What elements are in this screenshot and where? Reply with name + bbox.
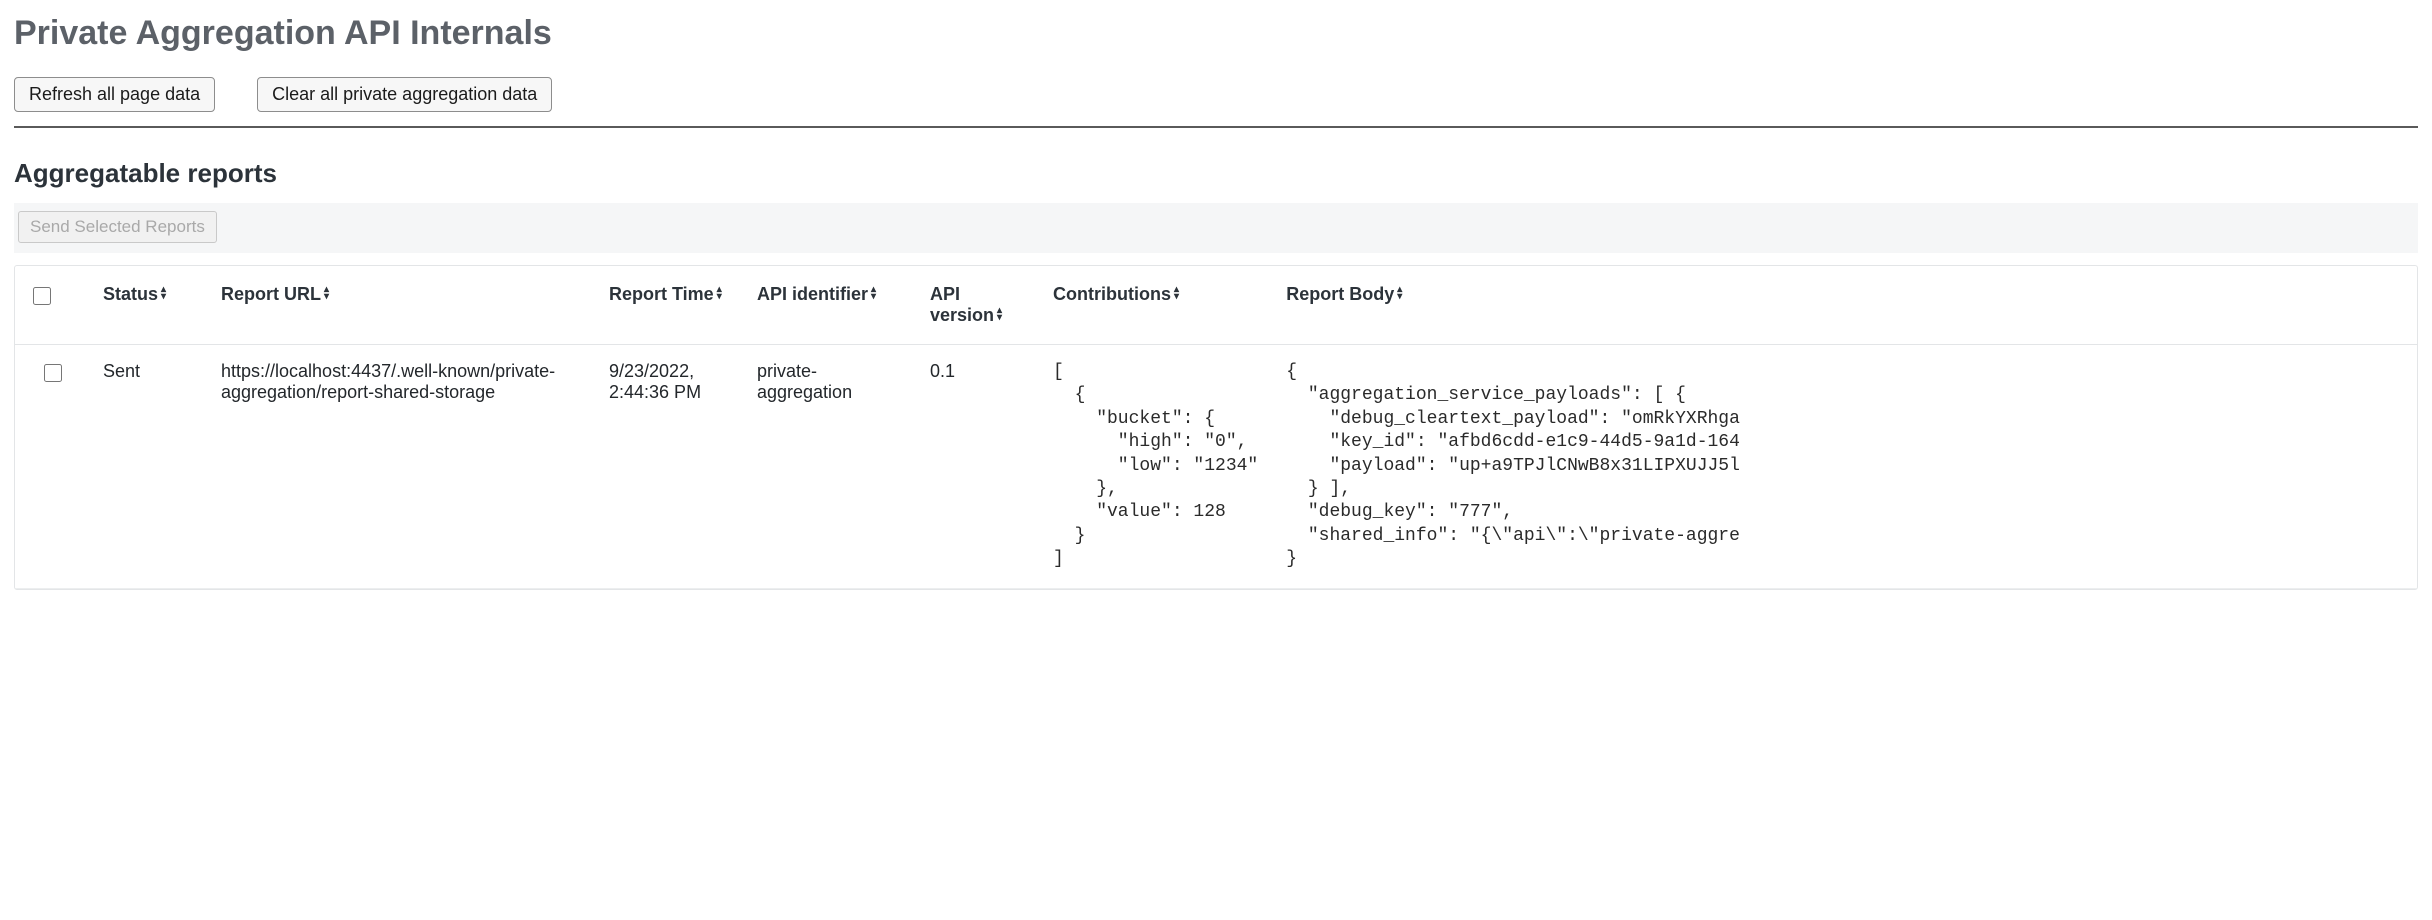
column-header-status[interactable]: Status: [89, 266, 207, 345]
refresh-button[interactable]: Refresh all page data: [14, 77, 215, 112]
contributions-code: [ { "bucket": { "high": "0", "low": "123…: [1053, 361, 1258, 572]
column-header-report-time-label: Report Time: [609, 284, 714, 304]
column-header-report-body-label: Report Body: [1286, 284, 1394, 304]
cell-report-body: { "aggregation_service_payloads": [ { "d…: [1272, 345, 2417, 589]
column-header-contributions-label: Contributions: [1053, 284, 1171, 304]
section-title: Aggregatable reports: [14, 158, 2418, 189]
sort-icon: [161, 286, 166, 302]
cell-report-url: https://localhost:4437/.well-known/priva…: [207, 345, 595, 589]
page-title: Private Aggregation API Internals: [14, 14, 2418, 53]
column-header-api-identifier[interactable]: API identifier: [743, 266, 916, 345]
reports-table: Status Report URL Report Time API identi…: [15, 266, 2417, 589]
sort-icon: [1397, 286, 1402, 302]
sort-icon: [1174, 286, 1179, 302]
cell-status: Sent: [89, 345, 207, 589]
cell-contributions: [ { "bucket": { "high": "0", "low": "123…: [1039, 345, 1272, 589]
column-header-api-version[interactable]: API version: [916, 266, 1039, 345]
cell-api-identifier: private-aggregation: [743, 345, 916, 589]
row-checkbox[interactable]: [44, 364, 62, 382]
column-header-contributions[interactable]: Contributions: [1039, 266, 1272, 345]
top-toolbar: Refresh all page data Clear all private …: [14, 77, 2418, 112]
column-header-api-identifier-label: API identifier: [757, 284, 868, 304]
sort-icon: [324, 286, 329, 302]
column-header-report-body[interactable]: Report Body: [1272, 266, 2417, 345]
table-row: Sent https://localhost:4437/.well-known/…: [15, 345, 2417, 589]
column-header-report-url-label: Report URL: [221, 284, 321, 304]
sort-icon: [717, 286, 722, 302]
column-header-report-time[interactable]: Report Time: [595, 266, 743, 345]
sort-icon: [871, 286, 876, 302]
clear-data-button[interactable]: Clear all private aggregation data: [257, 77, 552, 112]
reports-panel: Status Report URL Report Time API identi…: [14, 265, 2418, 590]
divider: [14, 126, 2418, 128]
column-header-api-version-label: API version: [930, 284, 994, 325]
column-header-status-label: Status: [103, 284, 158, 304]
column-header-report-url[interactable]: Report URL: [207, 266, 595, 345]
send-selected-reports-button[interactable]: Send Selected Reports: [18, 211, 217, 243]
sort-icon: [997, 307, 1002, 323]
send-bar: Send Selected Reports: [14, 203, 2418, 253]
select-all-checkbox[interactable]: [33, 287, 51, 305]
report-body-code: { "aggregation_service_payloads": [ { "d…: [1286, 361, 2403, 572]
cell-report-time: 9/23/2022, 2:44:36 PM: [595, 345, 743, 589]
cell-api-version: 0.1: [916, 345, 1039, 589]
